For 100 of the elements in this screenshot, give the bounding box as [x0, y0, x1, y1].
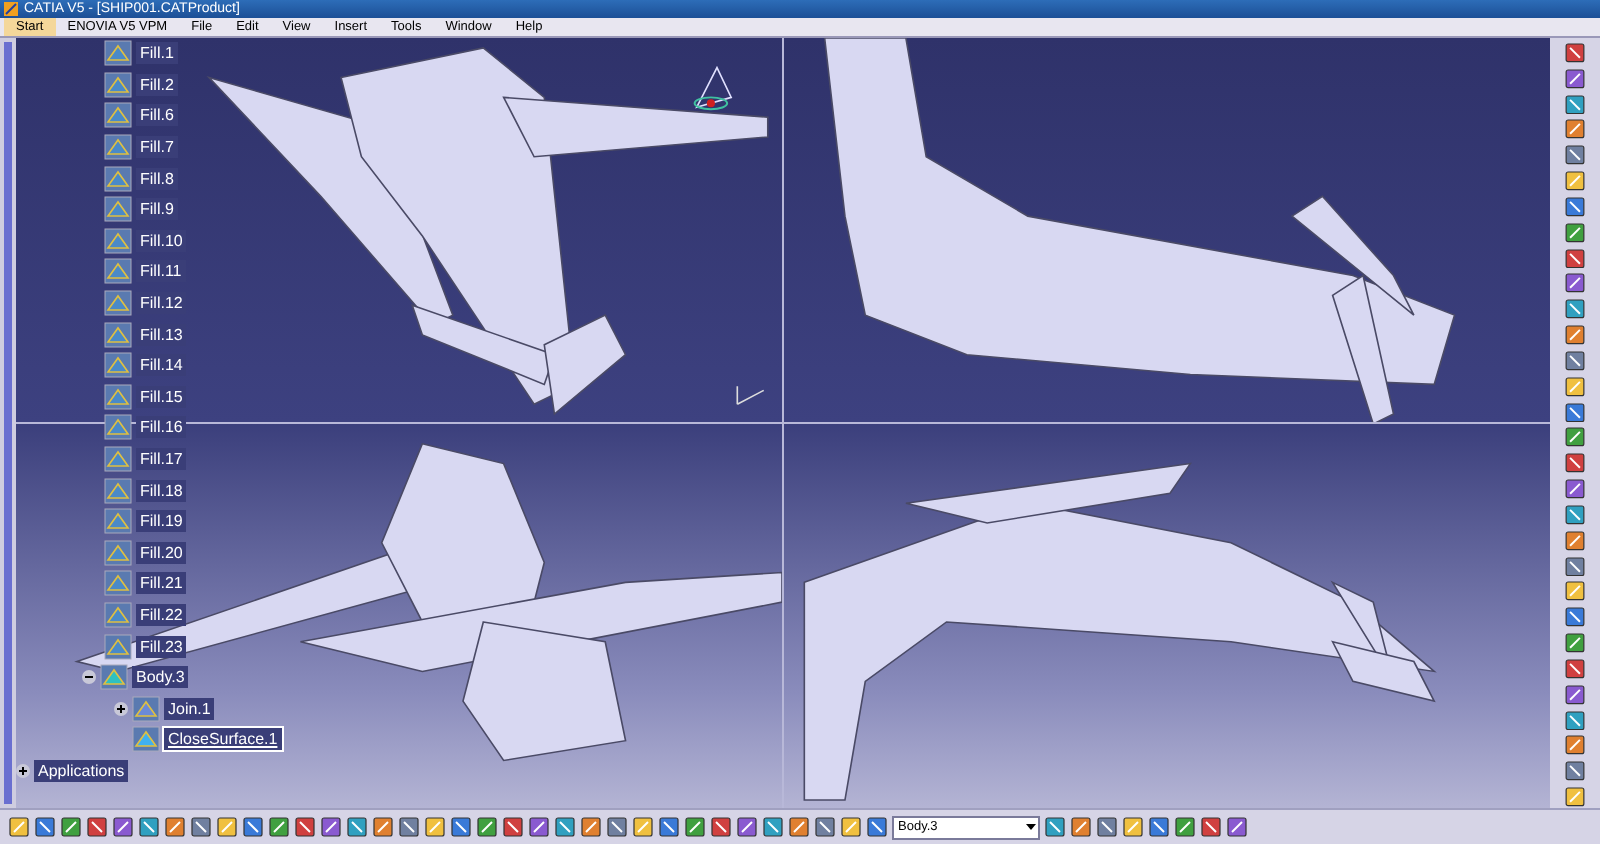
- tool-icon[interactable]: [476, 816, 498, 838]
- tool-icon[interactable]: [86, 816, 108, 838]
- tool-icon[interactable]: [632, 816, 654, 838]
- tool-icon[interactable]: [1564, 786, 1586, 808]
- tool-icon[interactable]: [1564, 452, 1586, 475]
- tool-icon[interactable]: [1122, 816, 1144, 838]
- tool-icon[interactable]: [554, 816, 576, 838]
- tree-item[interactable]: Fill.14: [136, 354, 187, 377]
- tree-item[interactable]: Fill.15: [136, 385, 187, 408]
- tree-item[interactable]: Fill.13: [136, 323, 187, 346]
- tool-icon[interactable]: [1564, 580, 1586, 603]
- tool-icon[interactable]: [1564, 93, 1586, 115]
- tree-item[interactable]: Body.3: [132, 666, 189, 689]
- tool-icon[interactable]: [1564, 734, 1586, 757]
- tool-icon[interactable]: [1200, 816, 1222, 838]
- tree-item[interactable]: Fill.16: [136, 416, 187, 439]
- tool-icon[interactable]: [1174, 816, 1196, 838]
- tool-icon[interactable]: [762, 816, 784, 838]
- tool-icon[interactable]: [1564, 683, 1586, 706]
- tool-icon[interactable]: [8, 816, 30, 838]
- surface-icon: [132, 726, 160, 753]
- tool-icon[interactable]: [840, 816, 862, 838]
- tool-icon[interactable]: [1564, 657, 1586, 680]
- tool-icon[interactable]: [34, 816, 56, 838]
- tool-icon[interactable]: [502, 816, 524, 838]
- tool-icon[interactable]: [580, 816, 602, 838]
- tool-icon[interactable]: [450, 816, 472, 838]
- tool-icon[interactable]: [1564, 529, 1586, 552]
- tool-icon[interactable]: [1564, 760, 1586, 783]
- tool-icon[interactable]: [1564, 478, 1586, 500]
- tree-item[interactable]: Fill.18: [136, 479, 187, 502]
- tool-icon[interactable]: [1564, 401, 1586, 423]
- tree-item[interactable]: CloseSurface.1: [164, 728, 282, 751]
- tree-item[interactable]: Fill.10: [136, 229, 187, 252]
- tree-item[interactable]: Fill.6: [136, 104, 178, 127]
- tree-item[interactable]: Join.1: [164, 697, 215, 720]
- tool-icon[interactable]: [1044, 816, 1066, 838]
- tool-icon[interactable]: [1564, 170, 1586, 192]
- scroll-bar[interactable]: [4, 42, 12, 804]
- tool-icon[interactable]: [528, 816, 550, 838]
- tool-icon[interactable]: [606, 816, 628, 838]
- tool-icon[interactable]: [320, 816, 342, 838]
- tool-icon[interactable]: [684, 816, 706, 838]
- tool-icon[interactable]: [1564, 426, 1586, 449]
- tool-icon[interactable]: [866, 816, 888, 838]
- compass-icon[interactable]: [693, 65, 733, 111]
- tree-item[interactable]: Fill.17: [136, 448, 187, 471]
- tool-icon[interactable]: [1564, 247, 1586, 269]
- tool-icon[interactable]: [190, 816, 212, 838]
- tool-icon[interactable]: [814, 816, 836, 838]
- tool-icon[interactable]: [1148, 816, 1170, 838]
- tool-icon[interactable]: [1564, 375, 1586, 398]
- tree-item[interactable]: Fill.20: [136, 541, 187, 564]
- tree-item[interactable]: Fill.19: [136, 510, 187, 533]
- tool-icon[interactable]: [1564, 195, 1586, 218]
- fill-surface-icon: [104, 539, 132, 566]
- tool-icon[interactable]: [216, 816, 238, 838]
- tool-icon[interactable]: [398, 816, 420, 838]
- tree-item[interactable]: Fill.1: [136, 42, 178, 65]
- tool-icon[interactable]: [710, 816, 732, 838]
- tree-item[interactable]: Fill.2: [136, 73, 178, 96]
- tool-icon[interactable]: [1564, 298, 1586, 321]
- tool-icon[interactable]: [1564, 324, 1586, 346]
- tool-icon[interactable]: [1564, 272, 1586, 295]
- tree-item[interactable]: Fill.9: [136, 198, 178, 221]
- tool-icon[interactable]: [736, 816, 758, 838]
- tool-icon[interactable]: [1564, 349, 1586, 372]
- tool-icon[interactable]: [1096, 816, 1118, 838]
- fill-surface-icon: [104, 633, 132, 660]
- tool-icon[interactable]: [1564, 144, 1586, 167]
- tool-icon[interactable]: [1564, 503, 1586, 526]
- tool-icon[interactable]: [346, 816, 368, 838]
- tree-item[interactable]: Fill.22: [136, 603, 187, 626]
- tool-icon[interactable]: [1564, 67, 1586, 90]
- tool-icon[interactable]: [1564, 709, 1586, 731]
- tool-icon[interactable]: [138, 816, 160, 838]
- tool-icon[interactable]: [242, 816, 264, 838]
- tool-icon[interactable]: [424, 816, 446, 838]
- tool-icon[interactable]: [1564, 118, 1586, 141]
- tool-icon[interactable]: [60, 816, 82, 838]
- tree-item[interactable]: Applications: [34, 759, 129, 782]
- tool-icon[interactable]: [788, 816, 810, 838]
- tool-icon[interactable]: [1564, 42, 1586, 64]
- tree-item[interactable]: Fill.8: [136, 167, 178, 190]
- tree-item[interactable]: Fill.23: [136, 635, 187, 658]
- tool-icon[interactable]: [164, 816, 186, 838]
- tool-icon[interactable]: [1226, 816, 1248, 838]
- tool-icon[interactable]: [372, 816, 394, 838]
- tool-icon[interactable]: [294, 816, 316, 838]
- tool-icon[interactable]: [1564, 606, 1586, 629]
- tool-icon[interactable]: [112, 816, 134, 838]
- tool-icon[interactable]: [658, 816, 680, 838]
- tool-icon[interactable]: [1070, 816, 1092, 838]
- tree-item[interactable]: Fill.21: [136, 572, 187, 595]
- tool-icon[interactable]: [1564, 221, 1586, 244]
- tree-item[interactable]: Fill.7: [136, 136, 178, 159]
- tool-icon[interactable]: [1564, 632, 1586, 654]
- fill-surface-icon: [104, 227, 132, 254]
- tool-icon[interactable]: [268, 816, 290, 838]
- tool-icon[interactable]: [1564, 555, 1586, 577]
